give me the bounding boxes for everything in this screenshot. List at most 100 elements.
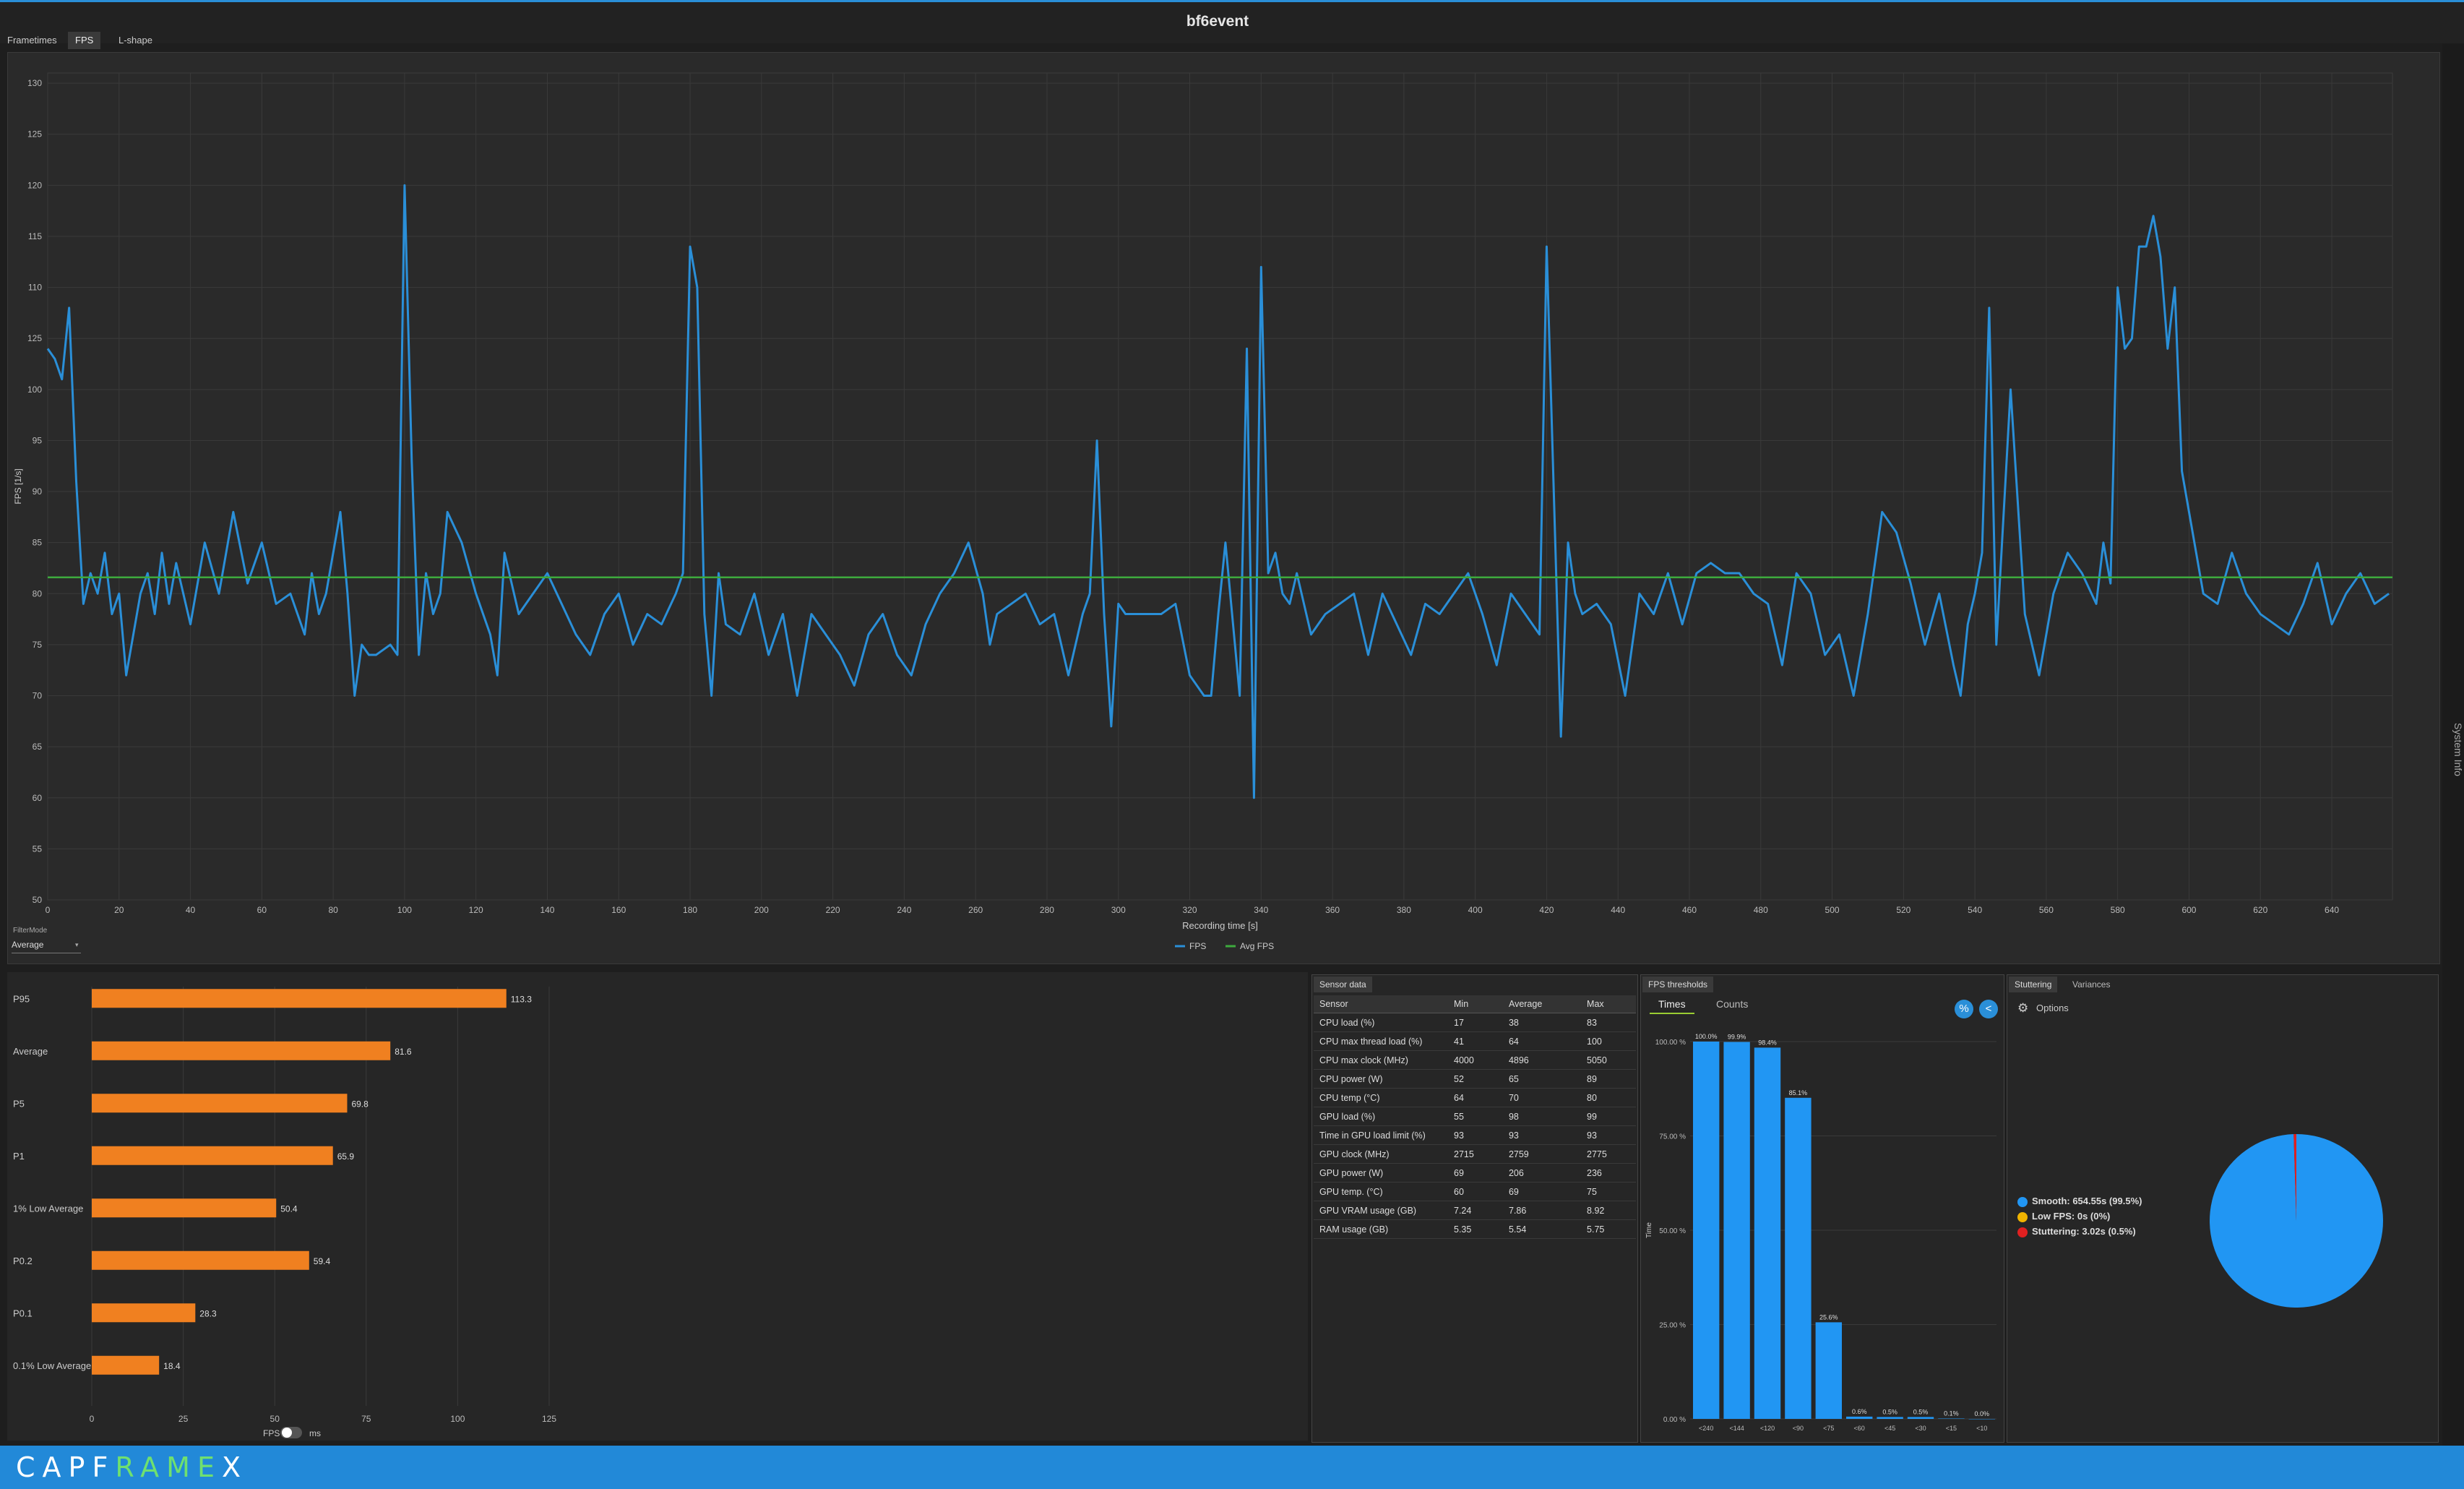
legend-value: 0s (0%) <box>2077 1211 2111 1222</box>
system-info-toggle[interactable]: System Info <box>2442 723 2464 776</box>
x-tick-label: 400 <box>1468 905 1483 915</box>
tab-sensor-data[interactable]: Sensor data <box>1314 977 1372 992</box>
sensor-row[interactable]: GPU VRAM usage (GB) 7.24 7.86 8.92 <box>1314 1201 1636 1220</box>
legend-color-dot <box>2017 1196 2028 1207</box>
sensor-row[interactable]: CPU temp (°C) 64 70 80 <box>1314 1088 1636 1107</box>
x-tick-label: <30 <box>1915 1425 1926 1432</box>
x-tick-label: 300 <box>1111 905 1126 915</box>
header-min[interactable]: Min <box>1448 995 1503 1013</box>
bar-category-label: P1 <box>13 1151 25 1162</box>
header-max[interactable]: Max <box>1581 995 1636 1013</box>
x-tick-label: 280 <box>1040 905 1054 915</box>
sensor-name-cell: RAM usage (GB) <box>1314 1219 1448 1239</box>
bar-category-label: Average <box>13 1046 48 1057</box>
tab-l-shape[interactable]: L-shape <box>111 32 160 49</box>
sensor-row[interactable]: CPU power (W) 52 65 89 <box>1314 1069 1636 1089</box>
sensor-row[interactable]: GPU temp. (°C) 60 69 75 <box>1314 1182 1636 1201</box>
capframex-logo: CAPFRAMEX <box>16 1451 249 1483</box>
header-average[interactable]: Average <box>1502 995 1582 1013</box>
y-tick-label: 75.00 % <box>1659 1133 1686 1141</box>
x-tick-label: 440 <box>1611 905 1625 915</box>
sensor-value-cell: 64 <box>1502 1031 1582 1051</box>
x-tick-label: 50 <box>270 1414 280 1424</box>
tab-stuttering[interactable]: Stuttering <box>2009 977 2058 992</box>
sensor-name-cell: CPU max clock (MHz) <box>1314 1050 1448 1070</box>
header-sensor[interactable]: Sensor <box>1314 995 1448 1013</box>
fps-line-chart: 50 55 60 65 70 75 80 85 90 95 100 125 110 115 120 125 13… <box>13 72 2393 951</box>
sensor-row[interactable]: GPU power (W) 69 206 236 <box>1314 1163 1636 1183</box>
sensor-name-cell: GPU VRAM usage (GB) <box>1314 1201 1448 1220</box>
stat-bar <box>92 1355 160 1375</box>
x-tick-label: <144 <box>1729 1425 1744 1432</box>
tab-frametimes[interactable]: Frametimes <box>0 32 64 49</box>
tab-fps-thresholds[interactable]: FPS thresholds <box>1642 977 1714 992</box>
y-tick-label: 130 <box>27 78 42 88</box>
sensor-value-cell: 70 <box>1502 1088 1582 1107</box>
stat-bar <box>92 1303 196 1323</box>
x-tick-label: 75 <box>361 1414 371 1424</box>
x-tick-label: 560 <box>2039 905 2054 915</box>
x-tick-label: 360 <box>1325 905 1340 915</box>
subtab-times[interactable]: Times <box>1650 998 1694 1014</box>
y-tick-label: 95 <box>33 435 43 445</box>
sensor-row[interactable]: CPU max clock (MHz) 4000 4896 5050 <box>1314 1050 1636 1070</box>
x-tick-label: 80 <box>328 905 338 915</box>
y-tick-label: 70 <box>33 691 43 701</box>
bar-category-label: 0.1% Low Average <box>13 1360 91 1371</box>
x-tick-label: 200 <box>754 905 769 915</box>
legend-label: Stuttering: <box>2032 1226 2082 1237</box>
fps-ms-toggle[interactable] <box>280 1427 302 1438</box>
bar-category-label: P0.1 <box>13 1308 33 1318</box>
sensor-value-cell: 5.35 <box>1448 1219 1503 1239</box>
x-tick-label: 120 <box>469 905 483 915</box>
x-tick-label: <45 <box>1884 1425 1895 1432</box>
legend-value: 3.02s (0.5%) <box>2082 1226 2136 1237</box>
x-tick-label: <90 <box>1793 1425 1804 1432</box>
legend-item: Stuttering: 3.02s (0.5%) <box>2017 1224 2142 1239</box>
stat-bar <box>92 1094 348 1113</box>
sensor-value-cell: 5050 <box>1581 1050 1636 1070</box>
fps-thresholds-chart: 0.00 % 25.00 % 50.00 % 75.00 % 100.00 % Time 1… <box>1645 1033 1996 1432</box>
gear-icon[interactable]: ⚙ <box>2017 1001 2028 1016</box>
chevron-down-icon[interactable]: ▾ <box>75 941 79 949</box>
x-tick-label: 420 <box>1539 905 1554 915</box>
sensor-row[interactable]: CPU max thread load (%) 41 64 100 <box>1314 1031 1636 1051</box>
threshold-bar <box>1723 1042 1750 1419</box>
footer-bar <box>0 1446 2464 1489</box>
filter-mode-select[interactable]: Average <box>12 940 81 953</box>
sensor-row[interactable]: GPU clock (MHz) 2715 2759 2775 <box>1314 1144 1636 1164</box>
x-tick-label: <10 <box>1976 1425 1987 1432</box>
legend-value: 654.55s (99.5%) <box>2072 1196 2142 1206</box>
threshold-bar <box>1754 1047 1781 1419</box>
y-tick-label: 75 <box>33 640 43 650</box>
percent-icon[interactable]: % <box>1955 1000 1973 1018</box>
y-tick-label: 110 <box>28 283 42 293</box>
sensor-value-cell: 98 <box>1502 1107 1582 1126</box>
x-tick-label: 520 <box>1896 905 1911 915</box>
sensor-value-cell: 60 <box>1448 1182 1503 1201</box>
options-label[interactable]: Options <box>2036 1003 2069 1013</box>
filter-mode-label: FilterMode <box>13 927 48 935</box>
threshold-bar <box>1938 1418 1965 1419</box>
share-icon[interactable]: < <box>1979 1000 1998 1018</box>
bar-value-label: 85.1% <box>1789 1089 1808 1097</box>
x-tick-label: <120 <box>1760 1425 1775 1432</box>
sensor-value-cell: 83 <box>1581 1013 1636 1032</box>
x-tick-label: 125 <box>542 1414 556 1424</box>
sensor-value-cell: 93 <box>1448 1125 1503 1145</box>
sensor-value-cell: 93 <box>1581 1125 1636 1145</box>
x-tick-label: 380 <box>1397 905 1411 915</box>
legend-label: Smooth: <box>2032 1196 2073 1206</box>
sensor-row[interactable]: CPU load (%) 17 38 83 <box>1314 1013 1636 1032</box>
y-tick-label: 85 <box>33 538 43 548</box>
sensor-row[interactable]: Time in GPU load limit (%) 93 93 93 <box>1314 1125 1636 1145</box>
x-tick-label: 340 <box>1254 905 1268 915</box>
y-axis-label: Time <box>1645 1222 1653 1238</box>
sensor-row[interactable]: RAM usage (GB) 5.35 5.54 5.75 <box>1314 1219 1636 1239</box>
tab-variances[interactable]: Variances <box>2067 977 2116 992</box>
sensor-value-cell: 5.75 <box>1581 1219 1636 1239</box>
sensor-name-cell: CPU max thread load (%) <box>1314 1031 1448 1051</box>
tab-fps[interactable]: FPS <box>68 32 101 49</box>
subtab-counts[interactable]: Counts <box>1707 998 1757 1010</box>
sensor-row[interactable]: GPU load (%) 55 98 99 <box>1314 1107 1636 1126</box>
